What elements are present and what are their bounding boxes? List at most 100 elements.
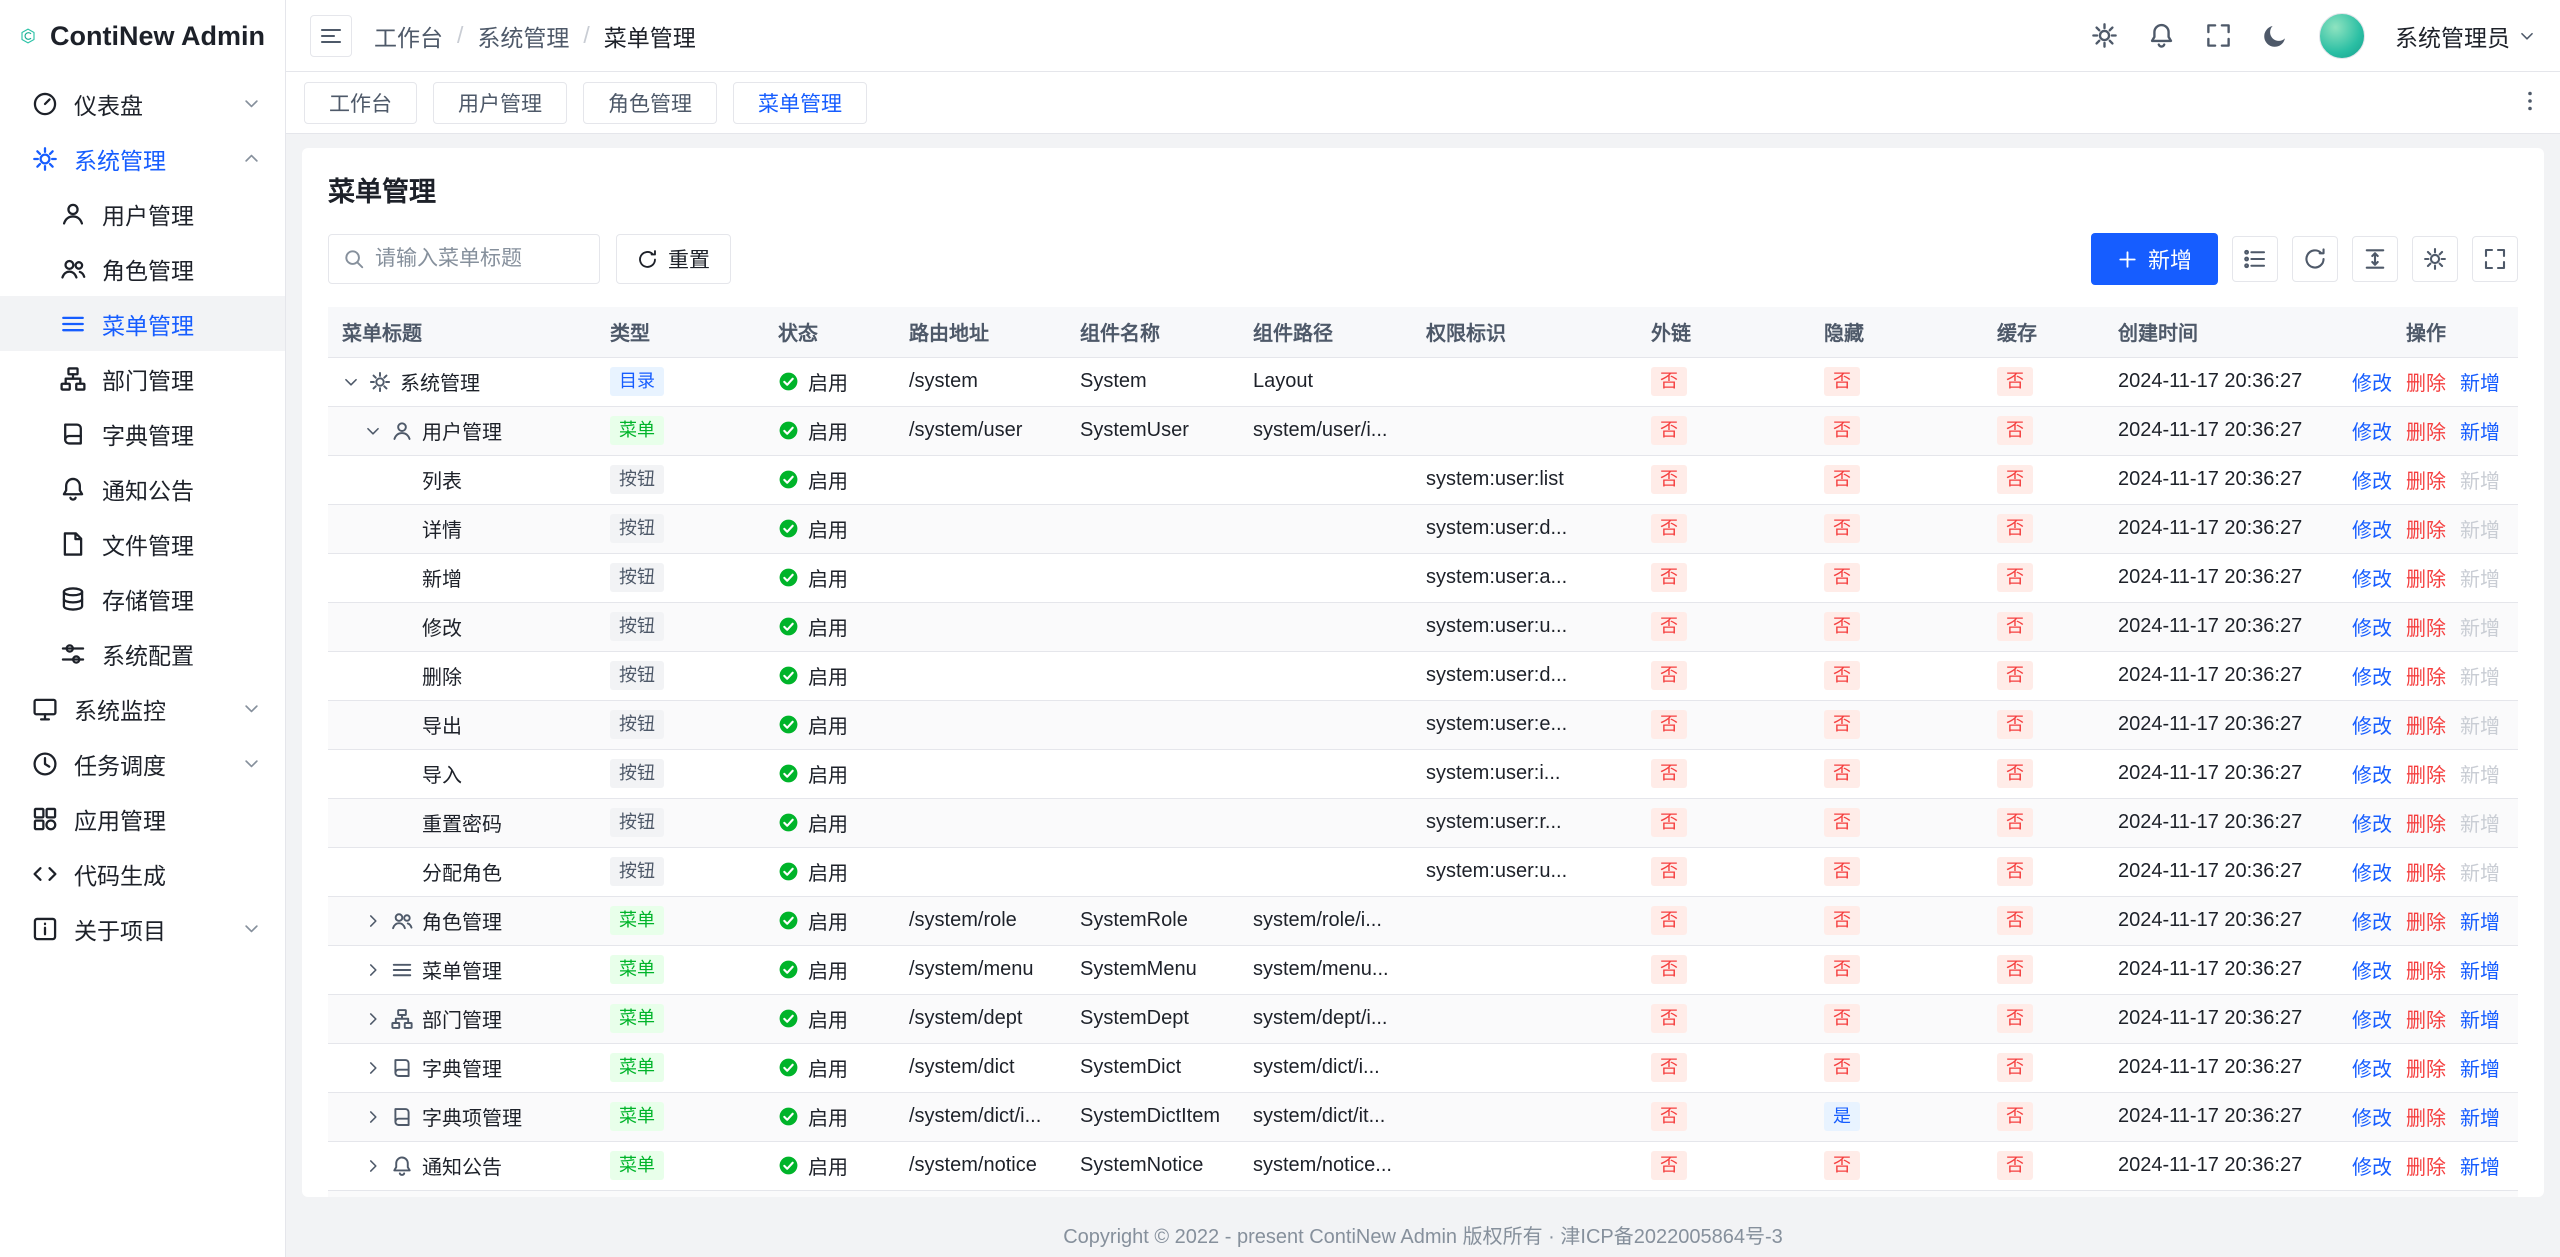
delete-link[interactable]: 删除 bbox=[2406, 1004, 2446, 1033]
add-link[interactable]: 新增 bbox=[2460, 906, 2500, 935]
fullscreen-icon[interactable] bbox=[2205, 22, 2232, 49]
modify-link[interactable]: 修改 bbox=[2352, 612, 2392, 641]
modify-link[interactable]: 修改 bbox=[2352, 955, 2392, 984]
chevron-down-icon[interactable] bbox=[342, 373, 360, 391]
add-link[interactable]: 新增 bbox=[2460, 955, 2500, 984]
modify-link[interactable]: 修改 bbox=[2352, 906, 2392, 935]
sidebar-item[interactable]: 任务调度 bbox=[0, 736, 285, 791]
fullscreen-button[interactable] bbox=[2472, 236, 2518, 282]
collapse-sidebar-button[interactable] bbox=[310, 15, 352, 57]
add-link[interactable]: 新增 bbox=[2460, 563, 2500, 592]
delete-link[interactable]: 删除 bbox=[2406, 465, 2446, 494]
breadcrumb-item[interactable]: 菜单管理 bbox=[604, 19, 696, 53]
search-input[interactable] bbox=[375, 247, 585, 271]
modify-link[interactable]: 修改 bbox=[2352, 808, 2392, 837]
breadcrumb-item[interactable]: 系统管理 bbox=[477, 19, 569, 53]
chevron-right-icon[interactable] bbox=[364, 912, 382, 930]
add-link[interactable]: 新增 bbox=[2460, 857, 2500, 886]
sidebar-subitem[interactable]: 用户管理 bbox=[0, 186, 285, 241]
modify-link[interactable]: 修改 bbox=[2352, 563, 2392, 592]
sidebar-subitem[interactable]: 文件管理 bbox=[0, 516, 285, 571]
delete-link[interactable]: 删除 bbox=[2406, 514, 2446, 543]
modify-link[interactable]: 修改 bbox=[2352, 1151, 2392, 1180]
tab-item[interactable]: 角色管理 bbox=[583, 82, 717, 124]
column-settings-button[interactable] bbox=[2412, 236, 2458, 282]
sidebar-item[interactable]: 仪表盘 bbox=[0, 76, 285, 131]
delete-link[interactable]: 删除 bbox=[2406, 612, 2446, 641]
delete-link[interactable]: 删除 bbox=[2406, 1102, 2446, 1131]
chevron-down-icon[interactable] bbox=[364, 422, 382, 440]
add-link[interactable]: 新增 bbox=[2460, 416, 2500, 445]
modify-link[interactable]: 修改 bbox=[2352, 759, 2392, 788]
logo[interactable]: ContiNew Admin bbox=[0, 0, 285, 72]
user-menu[interactable]: 系统管理员 bbox=[2395, 19, 2536, 53]
search-box[interactable] bbox=[328, 234, 600, 284]
modify-link[interactable]: 修改 bbox=[2352, 367, 2392, 396]
sidebar-item[interactable]: 代码生成 bbox=[0, 846, 285, 901]
delete-link[interactable]: 删除 bbox=[2406, 808, 2446, 837]
delete-link[interactable]: 删除 bbox=[2406, 416, 2446, 445]
delete-link[interactable]: 删除 bbox=[2406, 563, 2446, 592]
delete-link[interactable]: 删除 bbox=[2406, 906, 2446, 935]
settings-icon[interactable] bbox=[2091, 22, 2118, 49]
sidebar-subitem[interactable]: 通知公告 bbox=[0, 461, 285, 516]
add-link[interactable]: 新增 bbox=[2460, 808, 2500, 837]
refresh-button[interactable] bbox=[2292, 236, 2338, 282]
modify-link[interactable]: 修改 bbox=[2352, 857, 2392, 886]
delete-link[interactable]: 删除 bbox=[2406, 1151, 2446, 1180]
chevron-right-icon[interactable] bbox=[364, 961, 382, 979]
add-link[interactable]: 新增 bbox=[2460, 367, 2500, 396]
sidebar-subitem[interactable]: 系统配置 bbox=[0, 626, 285, 681]
breadcrumb-item[interactable]: 工作台 bbox=[374, 19, 443, 53]
add-link[interactable]: 新增 bbox=[2460, 1053, 2500, 1082]
tab-item[interactable]: 工作台 bbox=[304, 82, 417, 124]
chevron-right-icon[interactable] bbox=[364, 1108, 382, 1126]
sidebar-subitem[interactable]: 部门管理 bbox=[0, 351, 285, 406]
delete-link[interactable]: 删除 bbox=[2406, 1053, 2446, 1082]
delete-link[interactable]: 删除 bbox=[2406, 661, 2446, 690]
add-link[interactable]: 新增 bbox=[2460, 1004, 2500, 1033]
delete-link[interactable]: 删除 bbox=[2406, 367, 2446, 396]
dark-mode-icon[interactable] bbox=[2262, 22, 2289, 49]
add-link[interactable]: 新增 bbox=[2460, 514, 2500, 543]
modify-link[interactable]: 修改 bbox=[2352, 514, 2392, 543]
sidebar-item[interactable]: 系统监控 bbox=[0, 681, 285, 736]
chevron-right-icon[interactable] bbox=[364, 1010, 382, 1028]
sidebar-item[interactable]: 关于项目 bbox=[0, 901, 285, 956]
sidebar-subitem[interactable]: 角色管理 bbox=[0, 241, 285, 296]
sidebar-subitem[interactable]: 存储管理 bbox=[0, 571, 285, 626]
delete-link[interactable]: 删除 bbox=[2406, 857, 2446, 886]
list-view-button[interactable] bbox=[2232, 236, 2278, 282]
tab-more-button[interactable] bbox=[2518, 89, 2542, 116]
modify-link[interactable]: 修改 bbox=[2352, 661, 2392, 690]
delete-link[interactable]: 删除 bbox=[2406, 759, 2446, 788]
add-link[interactable]: 新增 bbox=[2460, 612, 2500, 641]
modify-link[interactable]: 修改 bbox=[2352, 1004, 2392, 1033]
tab-item[interactable]: 用户管理 bbox=[433, 82, 567, 124]
add-link[interactable]: 新增 bbox=[2460, 710, 2500, 739]
add-link[interactable]: 新增 bbox=[2460, 661, 2500, 690]
add-link[interactable]: 新增 bbox=[2460, 1151, 2500, 1180]
line-height-button[interactable] bbox=[2352, 236, 2398, 282]
add-link[interactable]: 新增 bbox=[2460, 759, 2500, 788]
add-button[interactable]: 新增 bbox=[2091, 233, 2218, 285]
chevron-right-icon[interactable] bbox=[364, 1157, 382, 1175]
modify-link[interactable]: 修改 bbox=[2352, 465, 2392, 494]
tab-item[interactable]: 菜单管理 bbox=[733, 82, 867, 124]
modify-link[interactable]: 修改 bbox=[2352, 1102, 2392, 1131]
sidebar-subitem[interactable]: 字典管理 bbox=[0, 406, 285, 461]
sidebar-item[interactable]: 系统管理 bbox=[0, 131, 285, 186]
modify-link[interactable]: 修改 bbox=[2352, 1053, 2392, 1082]
sidebar-item[interactable]: 应用管理 bbox=[0, 791, 285, 846]
delete-link[interactable]: 删除 bbox=[2406, 710, 2446, 739]
delete-link[interactable]: 删除 bbox=[2406, 955, 2446, 984]
notification-icon[interactable] bbox=[2148, 22, 2175, 49]
add-link[interactable]: 新增 bbox=[2460, 1102, 2500, 1131]
chevron-right-icon[interactable] bbox=[364, 1059, 382, 1077]
modify-link[interactable]: 修改 bbox=[2352, 416, 2392, 445]
modify-link[interactable]: 修改 bbox=[2352, 710, 2392, 739]
reset-button[interactable]: 重置 bbox=[616, 234, 731, 284]
add-link[interactable]: 新增 bbox=[2460, 465, 2500, 494]
sidebar-subitem[interactable]: 菜单管理 bbox=[0, 296, 285, 351]
avatar[interactable] bbox=[2319, 13, 2365, 59]
